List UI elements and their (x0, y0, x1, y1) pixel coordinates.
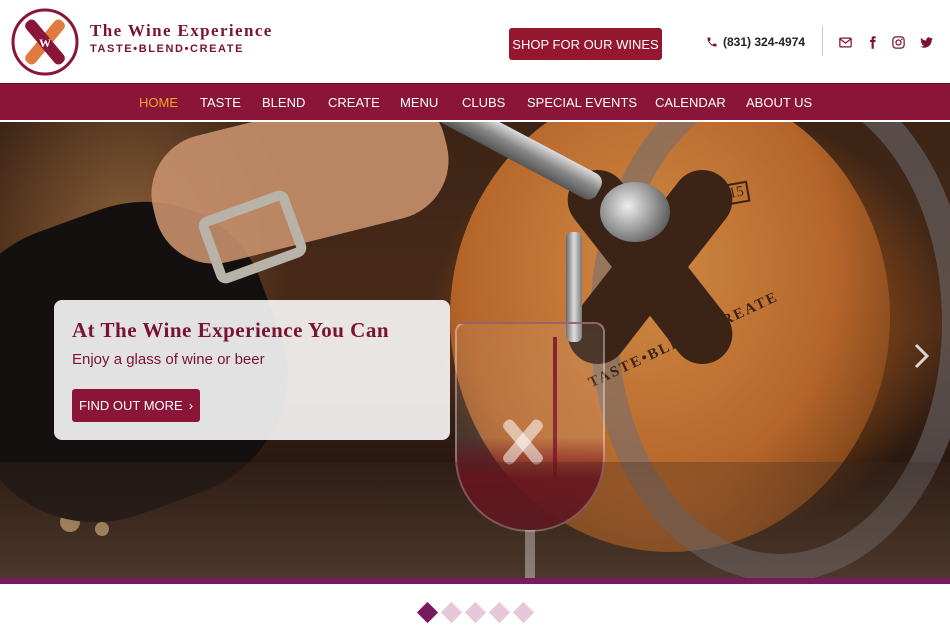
nav-item-calendar[interactable]: CALENDAR (655, 95, 726, 110)
phone-icon (707, 37, 717, 47)
instagram-icon[interactable] (890, 34, 906, 50)
hero-bottom-bar (0, 578, 950, 584)
tap-knob (600, 182, 670, 242)
nav-item-clubs[interactable]: CLUBS (462, 95, 505, 110)
slide-indicators (0, 600, 950, 624)
nav-item-about-us[interactable]: ABOUT US (746, 95, 812, 110)
slide-dot-1[interactable] (416, 601, 438, 624)
hero-slider: 2015 TASTE•BLEND•CREATE At The Wine Expe… (0, 122, 950, 578)
hero-subtitle: Enjoy a glass of wine or beer (72, 351, 265, 368)
nav-item-taste[interactable]: TASTE (200, 95, 241, 110)
email-icon[interactable] (837, 34, 853, 50)
logo-letter: W (39, 36, 51, 50)
brand-tagline: TASTE•BLEND•CREATE (90, 43, 245, 55)
slide-dot-3[interactable] (464, 601, 486, 624)
facebook-icon[interactable] (864, 34, 880, 50)
next-slide-arrow-icon[interactable] (910, 342, 934, 370)
nav-item-menu[interactable]: MENU (400, 95, 438, 110)
brand-title[interactable]: The Wine Experience (90, 21, 273, 41)
nav-item-blend[interactable]: BLEND (262, 95, 305, 110)
phone-number: (831) 324-4974 (723, 35, 806, 49)
nav-item-special-events[interactable]: SPECIAL EVENTS (527, 95, 637, 110)
hero-title: At The Wine Experience You Can (72, 318, 389, 342)
shop-wines-button[interactable]: SHOP FOR OUR WINES (509, 28, 662, 60)
slide-dot-5[interactable] (512, 601, 534, 624)
site-header: W The Wine Experience TASTE•BLEND•CREATE… (0, 0, 950, 83)
find-out-more-label: FIND OUT MORE (78, 398, 183, 413)
main-nav: HOME TASTE BLEND CREATE MENU CLUBS SPECI… (0, 83, 950, 120)
nav-item-home[interactable]: HOME (139, 95, 178, 110)
chevron-right-icon: › (188, 398, 194, 413)
hero-floor (0, 462, 950, 578)
wine-experience-logo[interactable]: W (10, 7, 80, 77)
phone-link[interactable]: (831) 324-4974 (706, 35, 805, 49)
slide-dot-2[interactable] (440, 601, 462, 624)
header-divider (822, 26, 823, 56)
twitter-icon[interactable] (918, 34, 934, 50)
nav-item-create[interactable]: CREATE (328, 95, 380, 110)
hero-caption: At The Wine Experience You Can Enjoy a g… (54, 300, 450, 440)
find-out-more-button[interactable]: FIND OUT MORE › (72, 389, 200, 422)
slide-dot-4[interactable] (488, 601, 510, 624)
